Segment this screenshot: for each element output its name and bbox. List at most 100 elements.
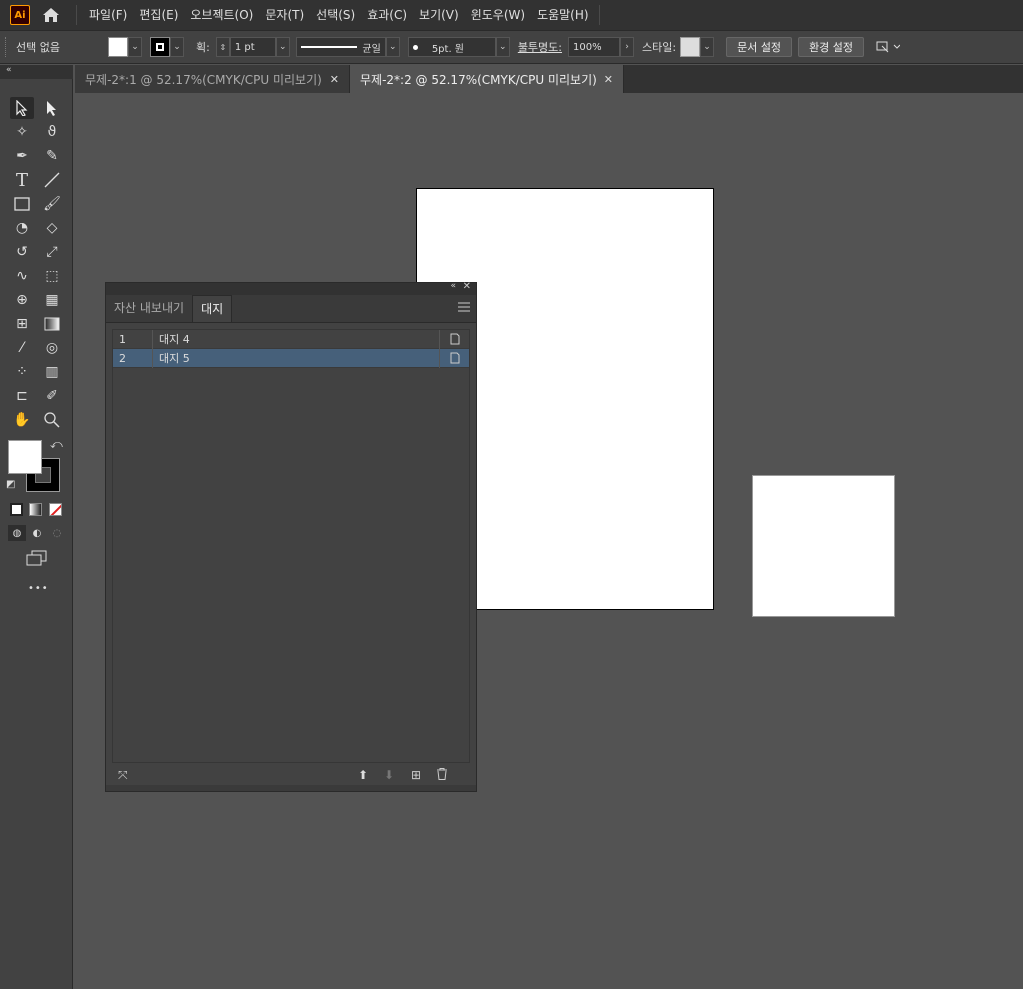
- preferences-button[interactable]: 환경 설정: [798, 37, 865, 57]
- opacity-field[interactable]: 100%: [568, 37, 620, 57]
- style-swatch[interactable]: [680, 37, 701, 57]
- menu-edit[interactable]: 편집(E): [133, 0, 184, 30]
- menu-effect[interactable]: 효과(C): [361, 0, 413, 30]
- default-colors-icon[interactable]: ◩: [6, 479, 15, 490]
- menu-help[interactable]: 도움말(H): [531, 0, 595, 30]
- style-dropdown[interactable]: ⌄: [700, 37, 715, 57]
- fill-dropdown[interactable]: ⌄: [127, 37, 142, 57]
- more-tools-icon[interactable]: •••: [28, 583, 49, 594]
- menu-view[interactable]: 보기(V): [413, 0, 465, 30]
- column-graph-icon[interactable]: ▥: [40, 361, 64, 383]
- opacity-label[interactable]: 불투명도:: [518, 39, 562, 55]
- artboard-small[interactable]: [752, 475, 895, 617]
- close-icon[interactable]: ✕: [330, 73, 339, 86]
- tab-artboards[interactable]: 대지: [192, 295, 233, 322]
- eyedropper-icon[interactable]: ⁄: [10, 337, 34, 359]
- symbol-sprayer-icon[interactable]: ⁘: [10, 361, 34, 383]
- pen-tool-icon[interactable]: ✒: [10, 145, 34, 167]
- artboard-row-2[interactable]: 2 대지 5: [113, 348, 469, 368]
- menu-object[interactable]: 오브젝트(O): [184, 0, 259, 30]
- artboard-row-1[interactable]: 1 대지 4: [113, 329, 469, 349]
- stroke-profile-dropdown[interactable]: ⌄: [385, 37, 400, 57]
- scale-tool-icon[interactable]: ⤢: [40, 241, 64, 263]
- artboard-options-icon[interactable]: [439, 329, 469, 349]
- blend-tool-icon[interactable]: ◎: [40, 337, 64, 359]
- panel-resize-grip[interactable]: [106, 785, 476, 791]
- arrange-documents-icon[interactable]: [874, 37, 902, 57]
- hand-tool-icon[interactable]: ✋: [10, 409, 34, 431]
- brush-select[interactable]: 5pt. 원: [407, 37, 496, 57]
- delete-artboard-icon[interactable]: [436, 767, 448, 783]
- gradient-mode-icon[interactable]: [29, 503, 42, 516]
- draw-inside-icon[interactable]: ◌: [48, 525, 66, 541]
- move-up-icon[interactable]: ⬆: [358, 768, 368, 782]
- color-mode-icon[interactable]: [10, 503, 23, 516]
- type-tool-icon[interactable]: T: [10, 169, 34, 191]
- tab-label: 무제-2*:1 @ 52.17%(CMYK/CPU 미리보기): [85, 72, 322, 87]
- stroke-profile-label: 균일: [362, 43, 381, 55]
- direct-selection-tool-icon[interactable]: [40, 97, 64, 119]
- stroke-weight-stepper[interactable]: ⇕: [215, 37, 230, 57]
- free-transform-icon[interactable]: ⬚: [40, 265, 64, 287]
- stroke-swatch[interactable]: [149, 37, 170, 57]
- fill-swatch[interactable]: [107, 37, 128, 57]
- stroke-weight-dropdown[interactable]: ⌄: [275, 37, 290, 57]
- shape-builder-icon[interactable]: ⊕: [10, 289, 34, 311]
- collapse-panel-icon[interactable]: «: [450, 281, 456, 291]
- tab-asset-export[interactable]: 자산 내보내기: [106, 295, 192, 322]
- close-panel-icon[interactable]: ✕: [463, 281, 471, 292]
- swap-colors-icon[interactable]: ⤺: [50, 437, 63, 452]
- eraser-icon[interactable]: ◇: [40, 217, 64, 239]
- move-down-icon[interactable]: ⬇: [384, 768, 394, 782]
- artboard-name[interactable]: 대지 4: [153, 331, 439, 347]
- mesh-tool-icon[interactable]: ⊞: [10, 313, 34, 335]
- artboard-options-icon[interactable]: [439, 348, 469, 368]
- menu-select[interactable]: 선택(S): [310, 0, 361, 30]
- none-mode-icon[interactable]: [49, 503, 62, 516]
- menu-window[interactable]: 윈도우(W): [465, 0, 531, 30]
- lasso-icon[interactable]: ϑ: [40, 121, 64, 143]
- gradient-tool-icon[interactable]: [40, 313, 64, 335]
- menu-type[interactable]: 문자(T): [259, 0, 310, 30]
- rearrange-artboards-icon[interactable]: ⤧: [118, 768, 128, 783]
- zoom-tool-icon[interactable]: [40, 409, 64, 431]
- toolbar-header[interactable]: «: [0, 65, 73, 79]
- draw-behind-icon[interactable]: ◐: [28, 525, 46, 541]
- control-bar: 선택 없음 ⌄ ⌄ 획: ⇕ 1 pt ⌄ 균일 ⌄ 5pt. 원 ⌄ 불투명도…: [0, 30, 1023, 64]
- tools-panel: ✧ ϑ ✒ ✎ T 🖌 ◔ ◇ ↺ ⤢ ∿ ⬚ ⊕ ▦ ⊞ ⁄ ◎ ⁘ ▥ ⊏ …: [0, 79, 73, 989]
- draw-normal-icon[interactable]: ◍: [8, 525, 26, 541]
- stroke-weight-field[interactable]: 1 pt: [229, 37, 276, 57]
- artboard-name[interactable]: 대지 5: [153, 350, 439, 366]
- panel-menu-icon[interactable]: [458, 301, 470, 315]
- warp-tool-icon[interactable]: ∿: [10, 265, 34, 287]
- stroke-dropdown[interactable]: ⌄: [169, 37, 184, 57]
- opacity-arrow[interactable]: ›: [620, 37, 634, 57]
- brush-label: 5pt. 원: [431, 43, 465, 55]
- line-tool-icon[interactable]: [40, 169, 64, 191]
- selection-tool-icon[interactable]: [10, 97, 34, 119]
- stroke-profile-select[interactable]: 균일: [295, 37, 386, 57]
- collapse-icon[interactable]: «: [6, 65, 12, 75]
- menu-file[interactable]: 파일(F): [83, 0, 133, 30]
- document-setup-button[interactable]: 문서 설정: [726, 37, 793, 57]
- shaper-tool-icon[interactable]: ◔: [10, 217, 34, 239]
- document-tab-1[interactable]: 무제-2*:1 @ 52.17%(CMYK/CPU 미리보기) ✕: [75, 65, 350, 93]
- document-tab-2[interactable]: 무제-2*:2 @ 52.17%(CMYK/CPU 미리보기) ✕: [350, 65, 624, 93]
- artboard-number: 2: [113, 348, 153, 368]
- panel-titlebar[interactable]: « ✕: [106, 281, 476, 295]
- magic-wand-icon[interactable]: ✧: [10, 121, 34, 143]
- home-icon[interactable]: [40, 4, 62, 26]
- brush-dropdown[interactable]: ⌄: [495, 37, 510, 57]
- curvature-tool-icon[interactable]: ✎: [40, 145, 64, 167]
- perspective-grid-icon[interactable]: ▦: [40, 289, 64, 311]
- paintbrush-icon[interactable]: 🖌: [40, 193, 64, 215]
- rotate-tool-icon[interactable]: ↺: [10, 241, 34, 263]
- close-icon[interactable]: ✕: [604, 73, 613, 86]
- rectangle-tool-icon[interactable]: [10, 193, 34, 215]
- screen-mode-icon[interactable]: [26, 550, 48, 566]
- new-artboard-icon[interactable]: ⊞: [411, 768, 421, 782]
- artboard-tool-icon[interactable]: ⊏: [10, 385, 34, 407]
- slice-tool-icon[interactable]: ✐: [40, 385, 64, 407]
- fill-color-swatch-front[interactable]: [8, 440, 42, 474]
- panel-grip[interactable]: [5, 37, 8, 57]
